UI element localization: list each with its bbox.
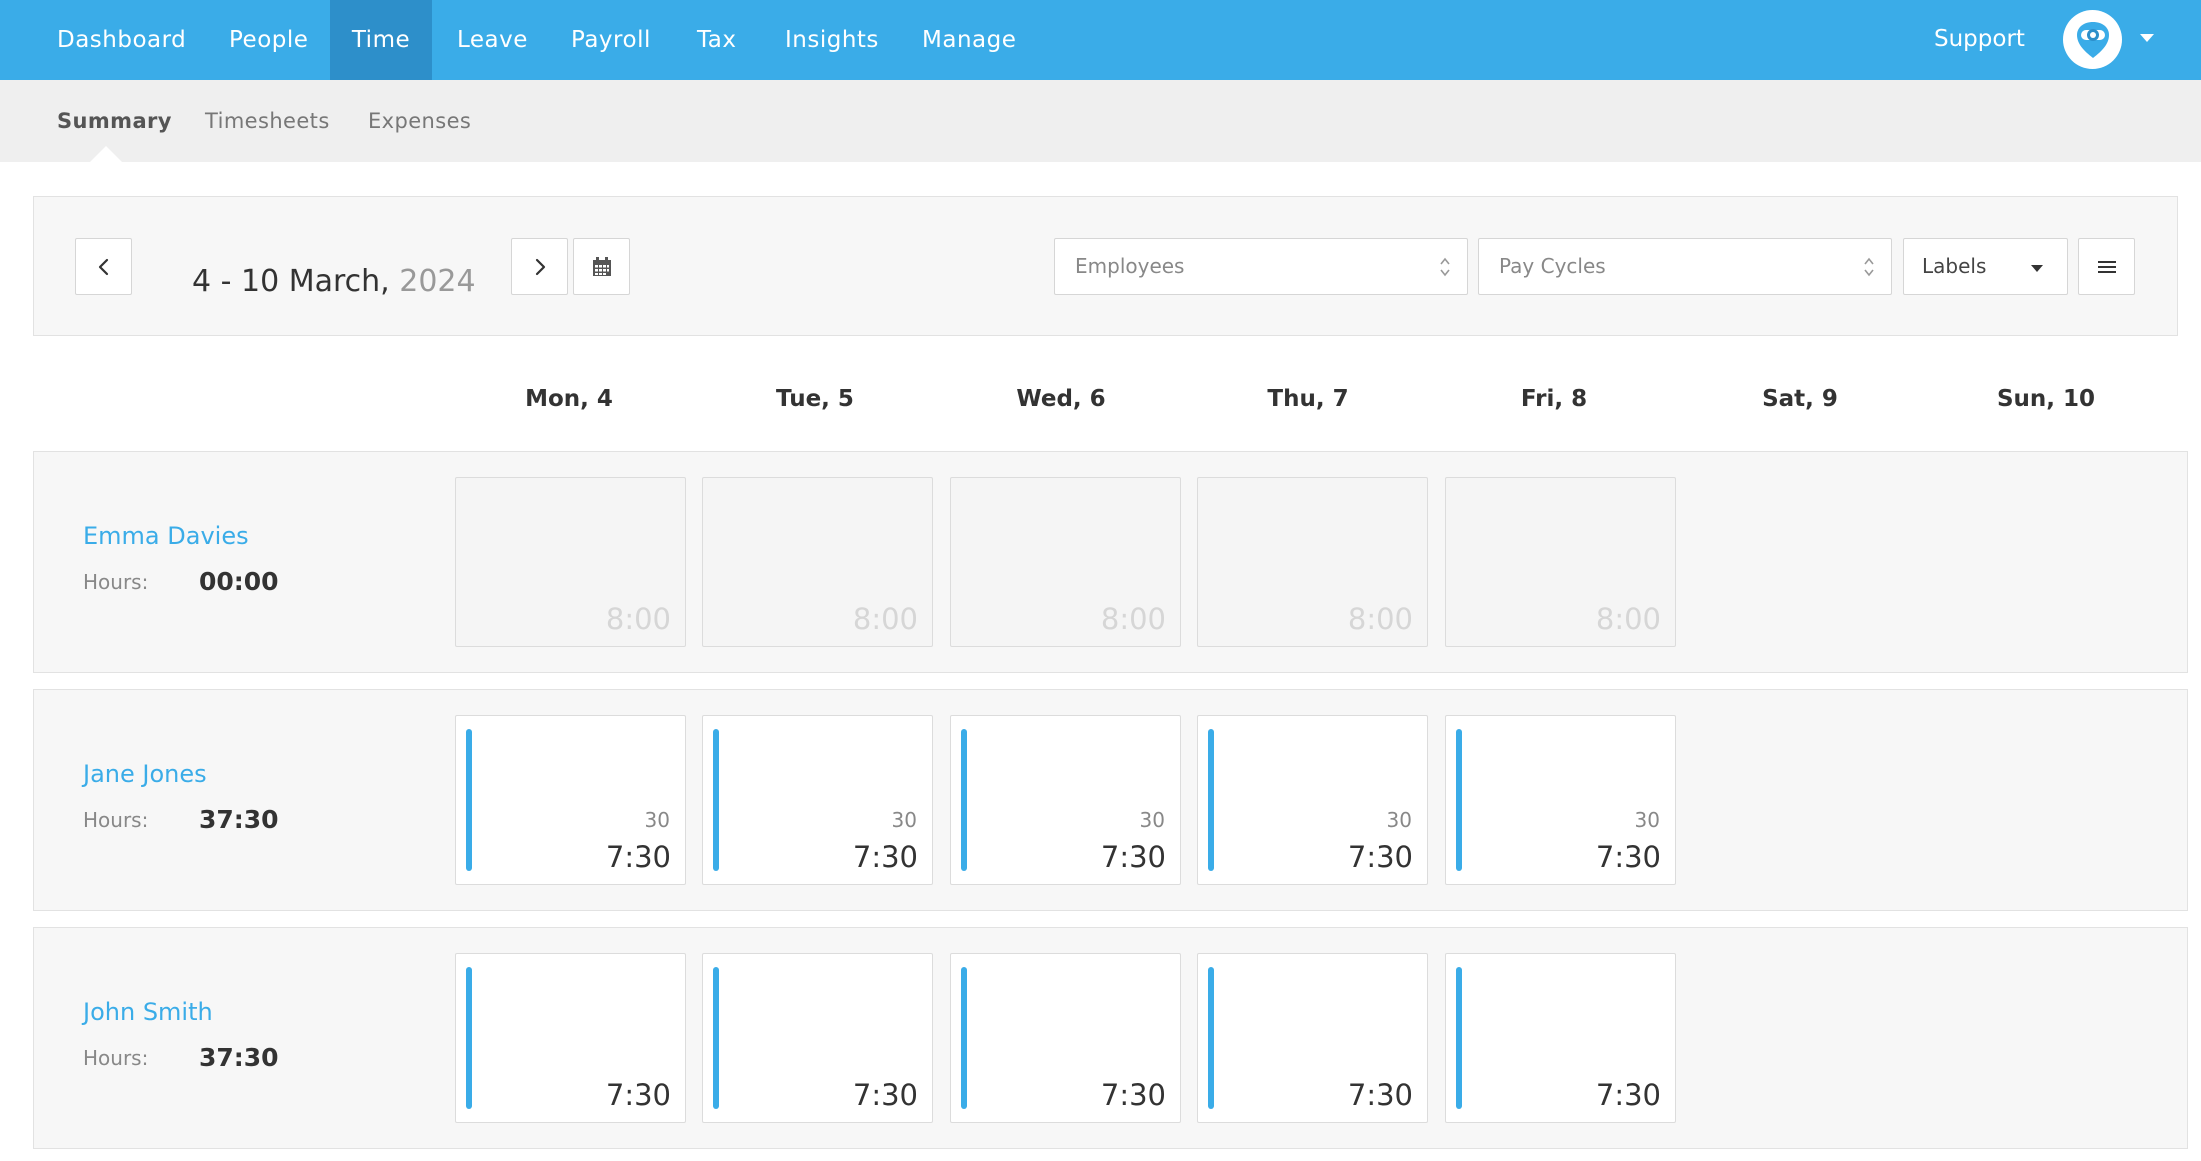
default-hours-value: 8:00: [852, 602, 918, 636]
nav-item-time[interactable]: Time: [330, 0, 432, 80]
day-cell[interactable]: 8:00: [702, 477, 933, 647]
timesheet-cell[interactable]: 30 7:30: [1197, 715, 1428, 885]
account-menu-caret-icon[interactable]: [2140, 34, 2154, 42]
day-header-fri: Fri, 8: [1520, 386, 1588, 412]
timesheet-cell[interactable]: 30 7:30: [1445, 715, 1676, 885]
top-navigation-bar: Dashboard People Time Leave Payroll Tax …: [0, 0, 2201, 80]
day-cell[interactable]: 8:00: [1445, 477, 1676, 647]
labels-dropdown-button[interactable]: Labels: [1903, 238, 2068, 295]
day-header-sun: Sun, 10: [1996, 386, 2096, 412]
day-header-tue: Tue, 5: [776, 386, 854, 412]
timesheet-cell[interactable]: 7:30: [702, 953, 933, 1123]
day-header-wed: Wed, 6: [1016, 386, 1106, 412]
view-options-menu-button[interactable]: [2078, 238, 2135, 295]
caret-down-icon: [2031, 265, 2043, 272]
labels-button-text: Labels: [1922, 254, 1987, 278]
calendar-icon: [592, 256, 611, 276]
break-minutes: 30: [1139, 808, 1165, 832]
subnav-tab-timesheets[interactable]: Timesheets: [205, 80, 330, 162]
nav-item-payroll[interactable]: Payroll: [547, 0, 675, 80]
break-minutes: 30: [1634, 808, 1660, 832]
chevron-right-icon: [535, 258, 545, 275]
pay-cycles-select-placeholder: Pay Cycles: [1499, 254, 1606, 278]
worked-hours-value: 7:30: [605, 1078, 671, 1112]
previous-week-button[interactable]: [75, 238, 132, 295]
entry-indicator-bar: [466, 967, 472, 1109]
default-hours-value: 8:00: [1347, 602, 1413, 636]
worked-hours-value: 7:30: [605, 840, 671, 874]
employees-select[interactable]: Employees: [1054, 238, 1468, 295]
worked-hours-value: 7:30: [1595, 840, 1661, 874]
hours-label: Hours:: [83, 570, 149, 594]
date-range-year: 2024: [399, 264, 476, 299]
worked-hours-value: 7:30: [1100, 1078, 1166, 1112]
entry-indicator-bar: [961, 729, 967, 871]
entry-indicator-bar: [1208, 967, 1214, 1109]
nav-item-dashboard[interactable]: Dashboard: [33, 0, 210, 80]
worked-hours-value: 7:30: [1347, 840, 1413, 874]
nav-item-leave[interactable]: Leave: [433, 0, 552, 80]
sub-navigation-bar: Summary Timesheets Expenses: [0, 80, 2201, 162]
date-range-text: 4 - 10 March,: [192, 264, 390, 299]
entry-indicator-bar: [1456, 967, 1462, 1109]
timesheet-cell[interactable]: 30 7:30: [455, 715, 686, 885]
user-avatar-icon[interactable]: [2063, 10, 2122, 69]
entry-indicator-bar: [713, 729, 719, 871]
user-avatar-glyph: [2077, 22, 2109, 58]
hours-label: Hours:: [83, 1046, 149, 1070]
nav-item-insights[interactable]: Insights: [761, 0, 903, 80]
timesheet-cell[interactable]: 7:30: [455, 953, 686, 1123]
calendar-picker-button[interactable]: [573, 238, 630, 295]
entry-indicator-bar: [466, 729, 472, 871]
break-minutes: 30: [644, 808, 670, 832]
timesheet-cell[interactable]: 7:30: [950, 953, 1181, 1123]
pay-cycles-select[interactable]: Pay Cycles: [1478, 238, 1892, 295]
day-cell[interactable]: 8:00: [455, 477, 686, 647]
date-range-label: 4 - 10 March, 2024: [192, 264, 476, 299]
day-cell[interactable]: 8:00: [950, 477, 1181, 647]
day-header-sat: Sat, 9: [1762, 386, 1838, 412]
worked-hours-value: 7:30: [852, 1078, 918, 1112]
employee-name-link[interactable]: Emma Davies: [83, 522, 249, 550]
next-week-button[interactable]: [511, 238, 568, 295]
hours-total: 00:00: [199, 567, 279, 596]
worked-hours-value: 7:30: [1347, 1078, 1413, 1112]
day-header-mon: Mon, 4: [525, 386, 613, 412]
select-updown-icon: [1440, 257, 1450, 277]
worked-hours-value: 7:30: [852, 840, 918, 874]
timesheet-cell[interactable]: 7:30: [1197, 953, 1428, 1123]
subnav-tab-expenses[interactable]: Expenses: [368, 80, 471, 162]
support-link[interactable]: Support: [1934, 0, 2025, 80]
worked-hours-value: 7:30: [1595, 1078, 1661, 1112]
select-updown-icon: [1864, 257, 1874, 277]
hamburger-icon: [2097, 260, 2116, 273]
worked-hours-value: 7:30: [1100, 840, 1166, 874]
entry-indicator-bar: [1456, 729, 1462, 871]
chevron-left-icon: [98, 258, 108, 275]
timesheet-cell[interactable]: 30 7:30: [702, 715, 933, 885]
timesheet-cell[interactable]: 7:30: [1445, 953, 1676, 1123]
break-minutes: 30: [891, 808, 917, 832]
break-minutes: 30: [1386, 808, 1412, 832]
entry-indicator-bar: [713, 967, 719, 1109]
hours-label: Hours:: [83, 808, 149, 832]
nav-item-manage[interactable]: Manage: [898, 0, 1040, 80]
default-hours-value: 8:00: [1100, 602, 1166, 636]
day-cell[interactable]: 8:00: [1197, 477, 1428, 647]
hours-total: 37:30: [199, 805, 279, 834]
employees-select-placeholder: Employees: [1075, 254, 1185, 278]
default-hours-value: 8:00: [1595, 602, 1661, 636]
nav-item-people[interactable]: People: [205, 0, 332, 80]
employee-name-link[interactable]: John Smith: [83, 998, 213, 1026]
day-header-thu: Thu, 7: [1267, 386, 1349, 412]
timesheet-cell[interactable]: 30 7:30: [950, 715, 1181, 885]
hours-total: 37:30: [199, 1043, 279, 1072]
entry-indicator-bar: [961, 967, 967, 1109]
nav-item-tax[interactable]: Tax: [673, 0, 760, 80]
default-hours-value: 8:00: [605, 602, 671, 636]
active-tab-pointer: [90, 146, 122, 162]
employee-name-link[interactable]: Jane Jones: [83, 760, 207, 788]
entry-indicator-bar: [1208, 729, 1214, 871]
